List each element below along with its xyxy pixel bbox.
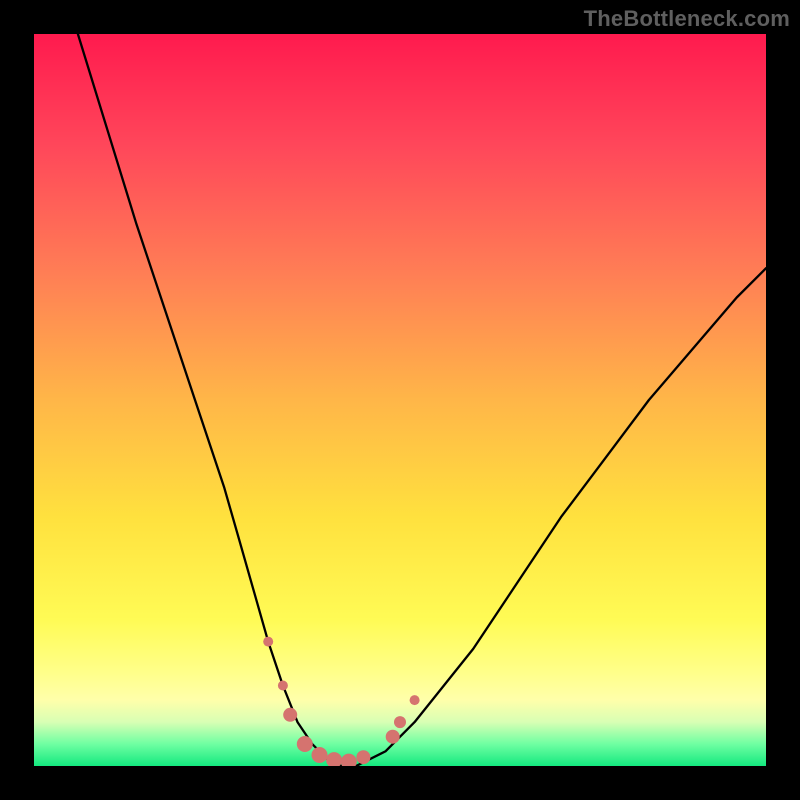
bottleneck-curve-svg <box>34 34 766 766</box>
marker-dot <box>386 730 400 744</box>
chart-frame: TheBottleneck.com <box>0 0 800 800</box>
watermark-text: TheBottleneck.com <box>584 6 790 32</box>
marker-dot <box>394 716 406 728</box>
marker-dot <box>278 681 288 691</box>
marker-dot <box>326 752 342 766</box>
marker-dot <box>263 637 273 647</box>
marker-dot <box>297 736 313 752</box>
marker-dot <box>283 708 297 722</box>
curve-group <box>78 34 766 766</box>
marker-dot <box>356 750 370 764</box>
marker-dot <box>341 754 357 766</box>
bottleneck-curve <box>78 34 766 766</box>
plot-area <box>34 34 766 766</box>
marker-dot <box>410 695 420 705</box>
marker-dot <box>312 747 328 763</box>
marker-group <box>263 637 419 766</box>
